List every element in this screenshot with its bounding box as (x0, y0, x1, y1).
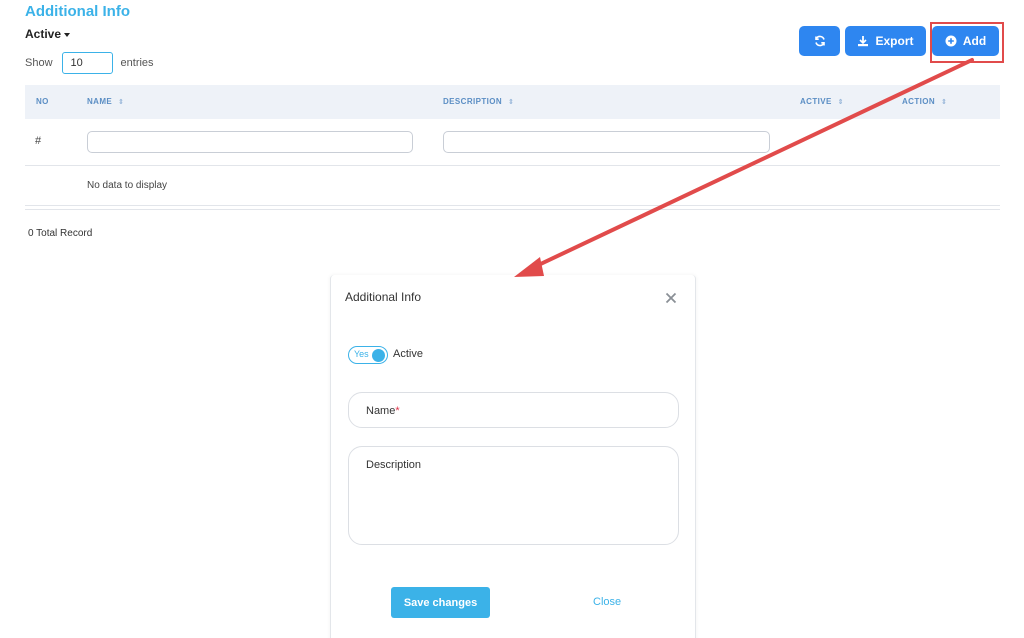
table-footer-divider (25, 205, 1000, 210)
add-button-highlight (930, 22, 1004, 63)
active-toggle-label: Active (393, 348, 423, 360)
refresh-icon (814, 35, 825, 47)
sort-icon: ⇕ (508, 99, 515, 106)
page-length-control: Show 10 entries (25, 52, 154, 74)
toggle-knob (372, 349, 385, 362)
name-field-label: Name (366, 405, 396, 417)
name-filter-input[interactable] (87, 131, 413, 153)
show-label: Show (25, 57, 53, 69)
refresh-button[interactable] (799, 26, 840, 56)
export-label: Export (875, 34, 914, 48)
total-record-count: 0 Total Record (28, 228, 93, 239)
sort-icon: ⇕ (941, 99, 948, 106)
column-header-active[interactable]: ACTIVE ⇕ (800, 85, 844, 119)
column-header-description[interactable]: DESCRIPTION ⇕ (443, 85, 514, 119)
table-header: NO NAME ⇕ DESCRIPTION ⇕ ACTIVE ⇕ ACTION ⇕ (25, 85, 1000, 119)
status-filter-dropdown[interactable]: Active (25, 27, 71, 41)
sort-icon: ⇕ (837, 99, 845, 106)
entries-label: entries (120, 57, 154, 69)
additional-info-modal: Additional Info Yes Active Name* Descrip… (330, 275, 696, 638)
description-filter-input[interactable] (443, 131, 770, 153)
filter-row-marker: # (35, 135, 42, 147)
download-icon (858, 36, 869, 47)
description-field-label: Description (366, 459, 422, 471)
save-changes-button[interactable]: Save changes (391, 587, 490, 618)
empty-table-message: No data to display (87, 180, 168, 191)
entries-select[interactable]: 10 (61, 52, 113, 74)
table-filter-row: # (25, 119, 1000, 166)
close-button[interactable]: Close (593, 596, 621, 608)
name-field[interactable]: Name* (348, 392, 679, 428)
export-button[interactable]: Export (845, 26, 926, 56)
column-header-action[interactable]: ACTION ⇕ (902, 85, 947, 119)
description-field[interactable]: Description (348, 446, 679, 545)
toggle-value: Yes (354, 349, 369, 359)
column-header-name[interactable]: NAME ⇕ (87, 85, 124, 119)
status-filter-label: Active (25, 27, 62, 41)
page-title: Additional Info (25, 3, 130, 20)
close-icon[interactable] (663, 290, 679, 306)
active-toggle[interactable]: Yes (348, 346, 388, 364)
caret-down-icon (64, 32, 71, 37)
modal-title: Additional Info (345, 290, 422, 304)
column-header-no: NO (36, 97, 49, 106)
sort-icon: ⇕ (118, 99, 125, 106)
annotation-arrowhead (514, 257, 544, 277)
required-marker: * (395, 405, 400, 417)
